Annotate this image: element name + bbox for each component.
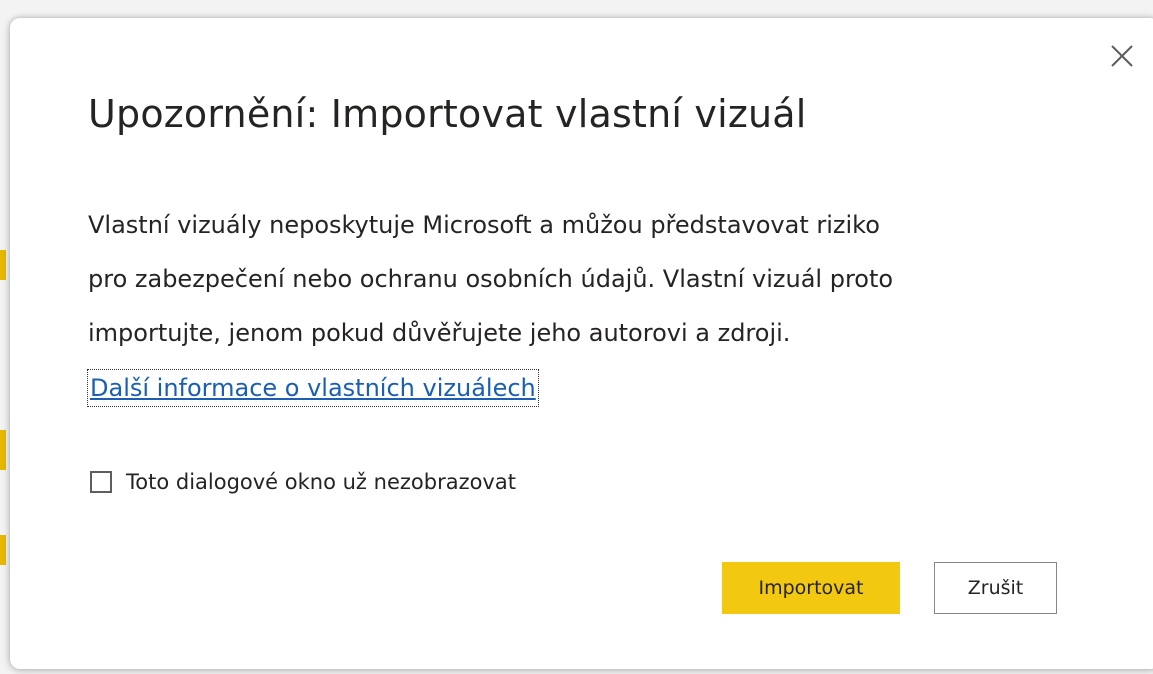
dialog-message: Vlastní vizuály neposkytuje Microsoft a …: [88, 198, 1088, 360]
dialog-message-line: importujte, jenom pokud důvěřujete jeho …: [88, 319, 791, 347]
dont-show-again-checkbox[interactable]: Toto dialogové okno už nezobrazovat: [90, 470, 516, 494]
dialog-title: Upozornění: Importovat vlastní vizuál: [88, 92, 807, 136]
dialog-message-line: Vlastní vizuály neposkytuje Microsoft a …: [88, 211, 880, 239]
background-accent-strip: [0, 430, 6, 470]
import-button[interactable]: Importovat: [722, 562, 900, 614]
background-accent-strip: [0, 250, 6, 280]
close-button[interactable]: [1102, 36, 1142, 76]
checkbox-label: Toto dialogové okno už nezobrazovat: [126, 470, 516, 494]
close-icon: [1111, 45, 1133, 67]
cancel-button[interactable]: Zrušit: [934, 562, 1057, 614]
checkbox-box[interactable]: [90, 471, 112, 493]
background-accent-strip: [0, 535, 6, 565]
dialog-message-line: pro zabezpečení nebo ochranu osobních úd…: [88, 265, 894, 293]
import-custom-visual-dialog: Upozornění: Importovat vlastní vizuál Vl…: [10, 18, 1153, 669]
learn-more-link[interactable]: Další informace o vlastních vizuálech: [87, 369, 539, 407]
